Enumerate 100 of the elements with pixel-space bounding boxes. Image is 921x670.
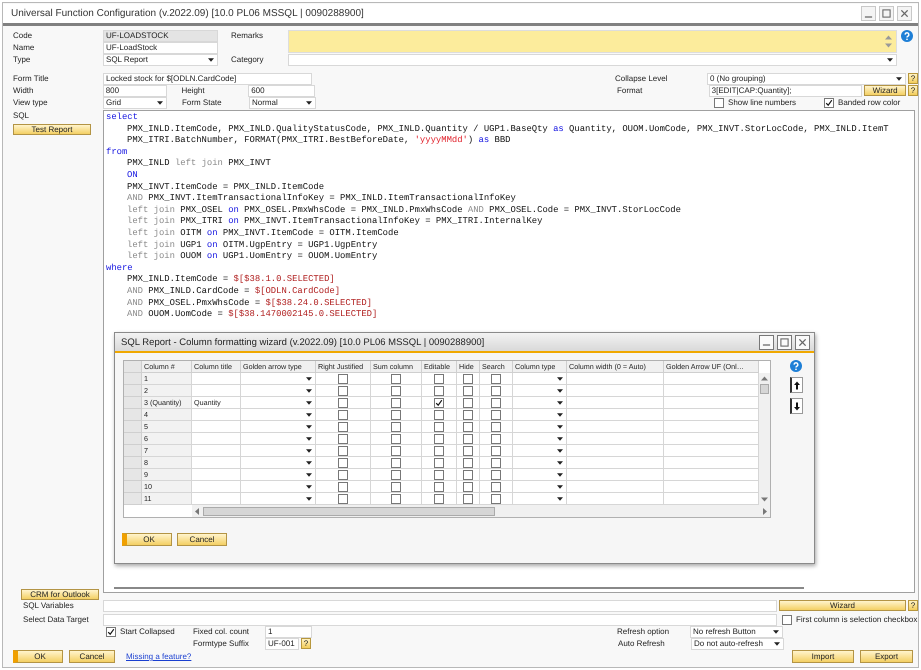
scroll-up-icon[interactable] — [761, 376, 768, 381]
table-cell[interactable] — [567, 433, 664, 445]
form-state-dropdown[interactable]: Normal — [249, 96, 316, 108]
refresh-option-dropdown[interactable]: No refresh Button — [690, 626, 783, 638]
scroll-down-icon[interactable] — [761, 497, 768, 502]
checkbox[interactable] — [491, 386, 501, 396]
checkbox[interactable] — [434, 422, 444, 432]
wizard-button[interactable]: Wizard — [864, 85, 906, 96]
input-field[interactable]: 3[EDIT|CAP:Quantity]; — [708, 84, 862, 96]
remarks-field[interactable] — [288, 30, 897, 53]
scroll-down-icon[interactable] — [885, 43, 892, 48]
scroll-thumb[interactable] — [203, 506, 495, 516]
checkbox[interactable] — [434, 434, 444, 444]
dropdown-cell[interactable] — [241, 433, 316, 445]
dropdown-cell[interactable] — [241, 397, 316, 409]
checkbox[interactable] — [434, 386, 444, 396]
checkbox[interactable] — [338, 446, 348, 456]
table-cell[interactable] — [192, 469, 241, 481]
input-field[interactable] — [103, 600, 777, 612]
checkbox[interactable] — [338, 482, 348, 492]
checkbox[interactable] — [463, 422, 473, 432]
scroll-left-icon[interactable] — [195, 508, 199, 514]
checkbox[interactable] — [463, 374, 473, 384]
auto-refresh-dropdown[interactable]: Do not auto-refresh — [691, 638, 784, 650]
ok-button[interactable]: OK — [13, 650, 63, 663]
table-cell[interactable] — [192, 481, 241, 493]
checkbox[interactable] — [463, 458, 473, 468]
checkbox[interactable] — [463, 410, 473, 420]
dropdown-cell[interactable] — [513, 385, 567, 397]
dropdown-cell[interactable] — [513, 421, 567, 433]
close-button[interactable] — [897, 6, 912, 21]
input-field[interactable]: 800 — [102, 84, 166, 96]
checkbox[interactable] — [463, 482, 473, 492]
checkbox[interactable] — [491, 374, 501, 384]
checkbox[interactable] — [491, 422, 501, 432]
dropdown-cell[interactable] — [241, 385, 316, 397]
dropdown-cell[interactable] — [513, 445, 567, 457]
checkbox[interactable] — [491, 458, 501, 468]
import-button[interactable]: Import — [792, 650, 854, 663]
table-cell[interactable] — [567, 445, 664, 457]
checkbox[interactable] — [391, 446, 401, 456]
dropdown-cell[interactable] — [513, 469, 567, 481]
checkbox[interactable] — [338, 494, 348, 504]
scroll-up-icon[interactable] — [885, 34, 892, 40]
checkbox[interactable] — [463, 446, 473, 456]
help-button[interactable]: ? — [908, 600, 918, 611]
checkbox[interactable] — [391, 434, 401, 444]
cancel-button[interactable]: Cancel — [69, 650, 115, 663]
table-cell[interactable] — [567, 409, 664, 421]
dropdown-cell[interactable] — [241, 445, 316, 457]
table-cell[interactable] — [567, 397, 664, 409]
checkbox[interactable] — [391, 482, 401, 492]
table-cell[interactable] — [664, 409, 759, 421]
checkbox[interactable] — [463, 386, 473, 396]
checkbox[interactable] — [106, 626, 116, 636]
dropdown-cell[interactable] — [513, 481, 567, 493]
table-cell[interactable] — [192, 445, 241, 457]
checkbox[interactable] — [338, 458, 348, 468]
table-cell[interactable] — [664, 373, 759, 385]
scroll-thumb[interactable] — [760, 384, 769, 394]
dropdown-cell[interactable] — [241, 409, 316, 421]
checkbox[interactable] — [434, 458, 444, 468]
table-cell[interactable] — [192, 421, 241, 433]
table-cell[interactable] — [567, 373, 664, 385]
scrollbar[interactable] — [759, 373, 770, 505]
checkbox[interactable] — [491, 410, 501, 420]
checkbox[interactable] — [434, 494, 444, 504]
table-cell[interactable] — [192, 373, 241, 385]
checkbox[interactable] — [434, 374, 444, 384]
checkbox[interactable] — [338, 410, 348, 420]
move-down-button[interactable] — [790, 398, 802, 414]
checkbox[interactable] — [782, 614, 792, 624]
checkbox[interactable] — [463, 470, 473, 480]
checkbox[interactable] — [391, 398, 401, 408]
checkbox[interactable] — [714, 98, 724, 108]
table-cell[interactable] — [664, 457, 759, 469]
table-cell[interactable] — [664, 469, 759, 481]
move-up-button[interactable] — [790, 377, 802, 393]
help-icon[interactable] — [790, 360, 802, 372]
input-field[interactable]: 1 — [265, 626, 312, 638]
dropdown-cell[interactable] — [241, 481, 316, 493]
export-button[interactable]: Export — [860, 650, 913, 663]
input-field[interactable]: 600 — [248, 84, 316, 96]
checkbox[interactable] — [434, 398, 444, 408]
checkbox[interactable] — [391, 494, 401, 504]
table-cell[interactable] — [567, 481, 664, 493]
table-cell[interactable] — [192, 385, 241, 397]
checkbox[interactable] — [434, 482, 444, 492]
scrollbar[interactable] — [192, 505, 770, 517]
checkbox[interactable] — [338, 398, 348, 408]
close-button[interactable] — [795, 334, 810, 350]
table-cell[interactable] — [664, 385, 759, 397]
table-cell[interactable] — [192, 457, 241, 469]
dropdown-cell[interactable] — [241, 457, 316, 469]
table-cell[interactable] — [567, 421, 664, 433]
dropdown-cell[interactable] — [241, 421, 316, 433]
checkbox[interactable] — [491, 494, 501, 504]
checkbox[interactable] — [463, 398, 473, 408]
checkbox[interactable] — [434, 470, 444, 480]
table-cell[interactable] — [664, 433, 759, 445]
